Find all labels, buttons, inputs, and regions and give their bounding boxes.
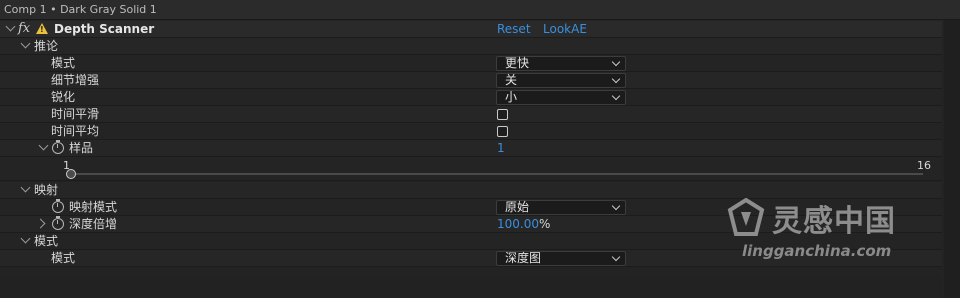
group-inference-chevron-icon[interactable]: [20, 38, 31, 49]
watermark-subtitle: lingganchina.com: [742, 242, 892, 260]
mapping-mode-dropdown[interactable]: 原始: [496, 200, 626, 215]
param-mode-label: 模式: [51, 56, 76, 70]
chevron-down-icon: [611, 91, 621, 101]
detail-dropdown[interactable]: 关: [496, 73, 626, 88]
group-mapping-chevron-icon[interactable]: [20, 182, 31, 193]
watermark-logo: 灵感中国 lingganchina.com: [726, 196, 941, 271]
panel-title: Comp 1 • Dark Gray Solid 1: [4, 3, 157, 16]
detail-dropdown-value: 关: [505, 73, 518, 87]
mode-dropdown-value: 更快: [505, 56, 530, 70]
fx-icon[interactable]: fx: [18, 21, 30, 36]
mapping-mode-dropdown-value: 原始: [505, 200, 530, 214]
param-detail-label: 细节增强: [51, 73, 100, 87]
samples-value[interactable]: 1: [497, 141, 505, 156]
param-detail-row: 细节增强 关: [0, 72, 942, 89]
reset-link[interactable]: Reset: [497, 22, 531, 37]
param-mapping-mode-label: 映射模式: [69, 200, 118, 214]
param-temporal-smooth-row: 时间平滑: [0, 106, 942, 123]
depth-mult-value-group: 100.00%: [497, 217, 550, 232]
chevron-down-icon: [611, 57, 621, 67]
depth-mult-unit: %: [539, 217, 551, 231]
sharpen-dropdown[interactable]: 小: [496, 90, 626, 105]
temporal-avg-checkbox[interactable]: [497, 126, 508, 137]
effect-collapse-chevron-icon[interactable]: [5, 21, 16, 32]
effect-name: Depth Scanner: [54, 22, 155, 36]
out-mode-dropdown[interactable]: 深度图: [496, 251, 626, 266]
panel-title-bar: Comp 1 • Dark Gray Solid 1: [0, 0, 960, 20]
param-sharpen-label: 锐化: [51, 90, 76, 104]
samples-slider-track[interactable]: [71, 173, 923, 175]
group-mode-chevron-icon[interactable]: [20, 233, 31, 244]
param-samples-row[interactable]: 样品 1: [0, 140, 942, 157]
group-mode-label: 模式: [34, 234, 59, 248]
param-samples-label: 样品: [69, 141, 94, 155]
chevron-down-icon: [611, 252, 621, 262]
depth-mult-value[interactable]: 100.00: [497, 217, 539, 231]
effect-header-row[interactable]: fx ! Depth Scanner Reset LookAE: [0, 21, 942, 38]
group-mapping-label: 映射: [34, 183, 59, 197]
slider-max-label: 16: [917, 159, 931, 172]
out-mode-dropdown-value: 深度图: [505, 251, 542, 265]
param-depth-mult-label: 深度倍增: [69, 217, 118, 231]
mode-dropdown[interactable]: 更快: [496, 56, 626, 71]
stopwatch-icon[interactable]: [52, 199, 64, 213]
panel-bottom-area: [0, 275, 942, 298]
depth-mult-expand-chevron-icon[interactable]: [35, 218, 46, 229]
samples-slider-handle[interactable]: [66, 169, 76, 179]
param-temporal-avg-label: 时间平均: [51, 124, 100, 138]
chevron-down-icon: [611, 74, 621, 84]
scrollbar[interactable]: [944, 20, 960, 298]
param-out-mode-label: 模式: [51, 251, 76, 265]
chevron-down-icon: [611, 201, 621, 211]
samples-slider-row: 1 16: [0, 157, 942, 181]
samples-expand-chevron-icon[interactable]: [38, 140, 49, 151]
param-mode-row: 模式 更快: [0, 55, 942, 72]
group-inference-row[interactable]: 推论: [0, 38, 942, 55]
param-temporal-smooth-label: 时间平滑: [51, 107, 100, 121]
stopwatch-icon[interactable]: [52, 140, 64, 154]
temporal-smooth-checkbox[interactable]: [497, 109, 508, 120]
warning-icon: !: [36, 23, 48, 34]
watermark-title: 灵感中国: [772, 204, 896, 239]
lookae-link[interactable]: LookAE: [543, 22, 587, 37]
group-inference-label: 推论: [34, 39, 59, 53]
sharpen-dropdown-value: 小: [505, 90, 518, 104]
param-sharpen-row: 锐化 小: [0, 89, 942, 106]
watermark-logo-icon: [727, 198, 765, 236]
param-temporal-avg-row: 时间平均: [0, 123, 942, 140]
stopwatch-icon[interactable]: [52, 216, 64, 230]
